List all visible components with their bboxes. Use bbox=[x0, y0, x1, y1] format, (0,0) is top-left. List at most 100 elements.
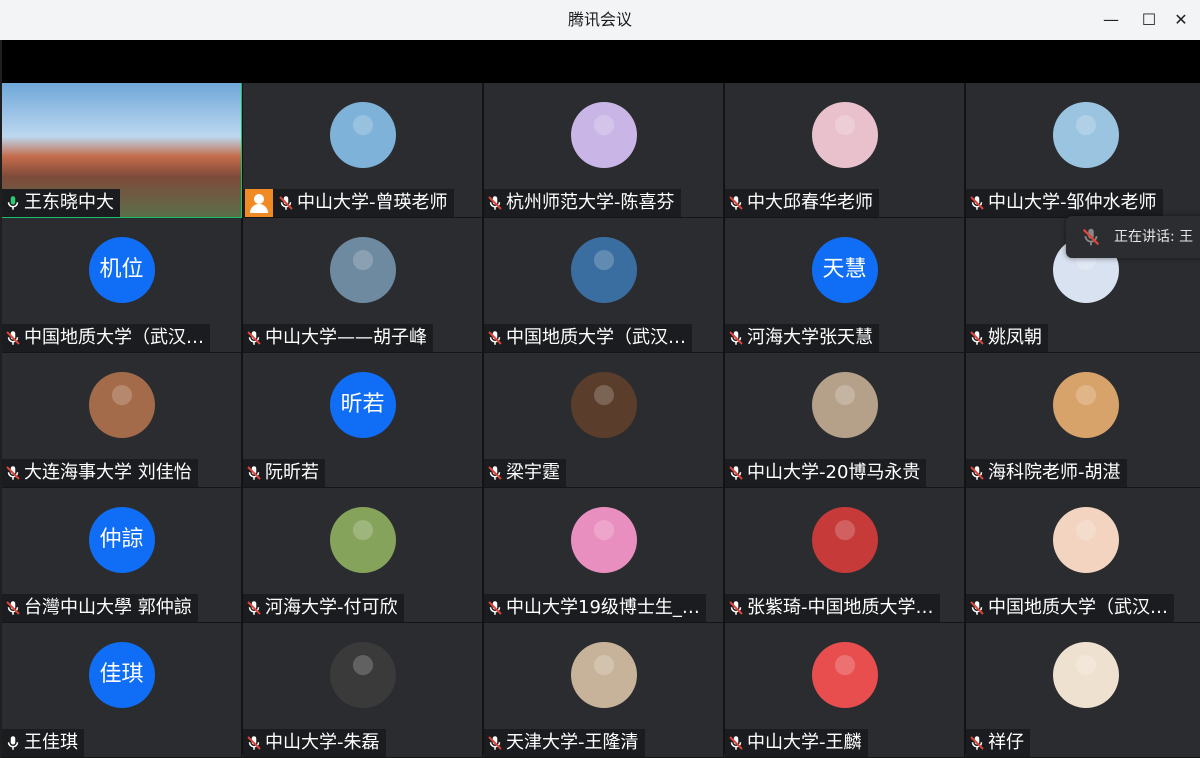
participant-tile[interactable]: 佳琪 王佳琪 bbox=[2, 623, 242, 758]
participant-name-bar: 河海大学-付可欣 bbox=[243, 594, 404, 622]
mic-muted-icon bbox=[488, 466, 502, 480]
participant-tile[interactable]: 中山大学-王麟 bbox=[725, 623, 965, 758]
mic-on-icon bbox=[7, 196, 19, 210]
participant-name: 河海大学-付可欣 bbox=[265, 597, 398, 618]
participant-name: 梁宇霆 bbox=[506, 462, 560, 483]
mic-muted-icon bbox=[729, 331, 743, 345]
participant-name: 祥仔 bbox=[988, 732, 1024, 753]
participant-name-bar: 姚凤朝 bbox=[966, 324, 1048, 352]
participant-name-bar: 中国地质大学（武汉… bbox=[966, 594, 1174, 622]
participant-name-bar: 阮昕若 bbox=[243, 459, 325, 487]
participant-name: 中山大学-20博马永贵 bbox=[747, 462, 921, 483]
mic-muted-icon bbox=[488, 196, 502, 210]
participant-name-bar: 中国地质大学（武汉… bbox=[484, 324, 692, 352]
mic-muted-icon bbox=[729, 601, 743, 615]
mic-muted-icon bbox=[6, 331, 20, 345]
participant-photo-avatar bbox=[811, 507, 878, 573]
participant-name-bar: 王佳琪 bbox=[2, 729, 84, 757]
participant-tile[interactable]: 中大邱春华老师 bbox=[725, 83, 965, 218]
participant-tile[interactable]: 中山大学-曾瑛老师 bbox=[243, 83, 483, 218]
participant-photo-avatar bbox=[1052, 507, 1119, 573]
participant-name: 中山大学-曾瑛老师 bbox=[297, 192, 448, 213]
mic-muted-icon bbox=[970, 466, 984, 480]
participant-name: 大连海事大学 刘佳怡 bbox=[24, 462, 192, 483]
participant-tile[interactable]: 王东晓中大 bbox=[2, 83, 242, 218]
participant-photo-avatar bbox=[88, 372, 155, 438]
participant-tile[interactable]: 杭州师范大学-陈喜芬 bbox=[484, 83, 724, 218]
participant-name-bar: 梁宇霆 bbox=[484, 459, 566, 487]
participant-name-bar: 中山大学-朱磊 bbox=[243, 729, 386, 757]
host-badge-icon bbox=[245, 189, 273, 217]
window-titlebar: 腾讯会议 — ☐ ✕ bbox=[0, 0, 1200, 40]
participant-grid: 王东晓中大 中山大学-曾瑛老师 杭州师范大学-陈喜芬 中大邱春华老师 中山大学-邹仲水老… bbox=[2, 83, 1200, 758]
participant-tile[interactable]: 中山大学-邹仲水老师 bbox=[966, 83, 1200, 218]
participant-name-bar: 中山大学-邹仲水老师 bbox=[966, 189, 1163, 217]
participant-photo-avatar bbox=[570, 237, 637, 303]
participant-tile[interactable]: 海科院老师-胡湛 bbox=[966, 353, 1200, 488]
participant-name: 海科院老师-胡湛 bbox=[988, 462, 1121, 483]
mic-muted-icon bbox=[247, 601, 261, 615]
participant-name: 中山大学——胡子峰 bbox=[265, 327, 427, 348]
participant-photo-avatar bbox=[811, 372, 878, 438]
participant-photo-avatar bbox=[570, 642, 637, 708]
participant-tile[interactable]: 大连海事大学 刘佳怡 bbox=[2, 353, 242, 488]
mic-muted-icon bbox=[247, 331, 261, 345]
participant-initials-avatar: 天慧 bbox=[811, 237, 878, 303]
participant-tile[interactable]: 中山大学——胡子峰 bbox=[243, 218, 483, 353]
participant-name-bar: 河海大学张天慧 bbox=[725, 324, 879, 352]
participant-name-bar: 中山大学-王麟 bbox=[725, 729, 868, 757]
participant-name-bar: 海科院老师-胡湛 bbox=[966, 459, 1127, 487]
participant-name-bar: 大连海事大学 刘佳怡 bbox=[2, 459, 198, 487]
participant-name-bar: 张紫琦-中国地质大学… bbox=[725, 594, 940, 622]
participant-name-bar: 中山大学19级博士生_… bbox=[484, 594, 706, 622]
participant-tile[interactable]: 张紫琦-中国地质大学… bbox=[725, 488, 965, 623]
speaking-indicator: 正在讲话: 王 bbox=[1066, 216, 1200, 258]
participant-tile[interactable]: 中山大学-朱磊 bbox=[243, 623, 483, 758]
participant-name-bar: 杭州师范大学-陈喜芬 bbox=[484, 189, 681, 217]
participant-name: 中国地质大学（武汉… bbox=[988, 597, 1168, 618]
participant-tile[interactable]: 中山大学19级博士生_… bbox=[484, 488, 724, 623]
participant-tile[interactable]: 中国地质大学（武汉… bbox=[966, 488, 1200, 623]
mic-muted-icon bbox=[729, 196, 743, 210]
participant-tile[interactable]: 祥仔 bbox=[966, 623, 1200, 758]
participant-photo-avatar bbox=[570, 507, 637, 573]
participant-tile[interactable]: 河海大学-付可欣 bbox=[243, 488, 483, 623]
participant-tile[interactable]: 中国地质大学（武汉… bbox=[484, 218, 724, 353]
mic-muted-icon bbox=[6, 466, 20, 480]
participant-name: 姚凤朝 bbox=[988, 327, 1042, 348]
participant-name: 天津大学-王隆清 bbox=[506, 732, 639, 753]
participant-name: 中国地质大学（武汉… bbox=[24, 327, 204, 348]
participant-tile[interactable]: 天津大学-王隆清 bbox=[484, 623, 724, 758]
participant-name: 中山大学19级博士生_… bbox=[506, 597, 700, 618]
mic-muted-icon bbox=[247, 466, 261, 480]
mic-muted-icon bbox=[488, 736, 502, 750]
participant-name: 中国地质大学（武汉… bbox=[506, 327, 686, 348]
participant-photo-avatar bbox=[1052, 102, 1119, 168]
participant-initials-avatar: 机位 bbox=[88, 237, 155, 303]
mic-muted-icon bbox=[970, 196, 984, 210]
participant-tile[interactable]: 梁宇霆 bbox=[484, 353, 724, 488]
participant-initials-avatar: 仲諒 bbox=[88, 507, 155, 573]
mic-muted-icon bbox=[279, 196, 293, 210]
mic-muted-icon bbox=[247, 736, 261, 750]
close-icon[interactable]: ✕ bbox=[1162, 0, 1200, 40]
participant-name-bar: 中山大学-20博马永贵 bbox=[725, 459, 927, 487]
participant-name: 张紫琦-中国地质大学… bbox=[747, 597, 934, 618]
mic-muted-icon bbox=[488, 331, 502, 345]
participant-name: 中山大学-王麟 bbox=[747, 732, 862, 753]
mic-muted-icon bbox=[970, 601, 984, 615]
participant-name-bar: 中山大学——胡子峰 bbox=[243, 324, 433, 352]
participant-tile[interactable]: 天慧河海大学张天慧 bbox=[725, 218, 965, 353]
participant-photo-avatar bbox=[811, 102, 878, 168]
participant-tile[interactable]: 昕若 阮昕若 bbox=[243, 353, 483, 488]
participant-tile[interactable]: 仲諒 台灣中山大學 郭仲諒 bbox=[2, 488, 242, 623]
mic-muted-icon bbox=[970, 331, 984, 345]
minimize-icon[interactable]: — bbox=[1092, 0, 1130, 40]
participant-name-bar: 中国地质大学（武汉… bbox=[2, 324, 210, 352]
participant-tile[interactable]: 中山大学-20博马永贵 bbox=[725, 353, 965, 488]
participant-tile[interactable]: 机位中国地质大学（武汉… bbox=[2, 218, 242, 353]
participant-name: 中山大学-邹仲水老师 bbox=[988, 192, 1157, 213]
participant-name: 王东晓中大 bbox=[24, 192, 114, 213]
mic-muted-icon bbox=[1082, 228, 1100, 246]
participant-name: 王佳琪 bbox=[24, 732, 78, 753]
